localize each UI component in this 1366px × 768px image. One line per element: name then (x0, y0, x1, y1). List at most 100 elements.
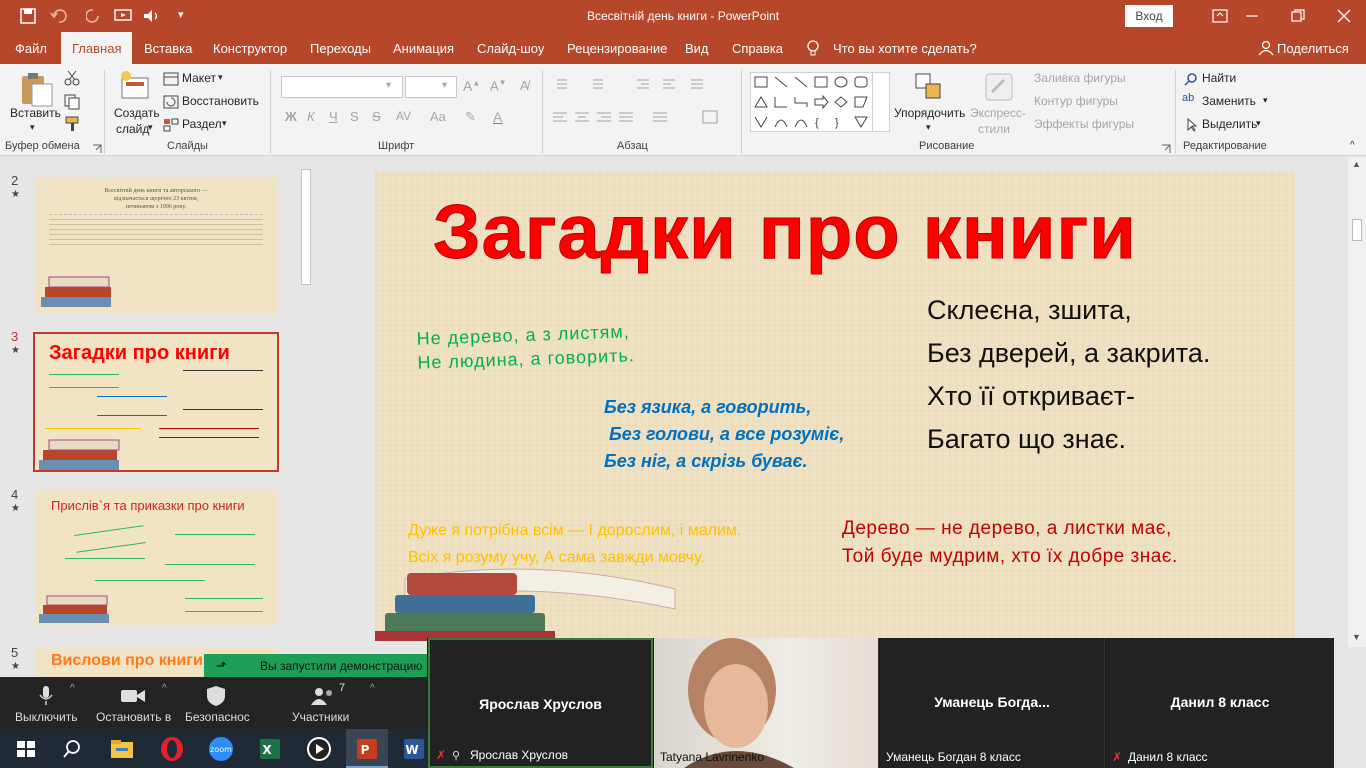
video-camera-icon[interactable] (120, 687, 146, 705)
search-icon[interactable] (58, 735, 86, 763)
tab-home[interactable]: Главная (61, 32, 133, 64)
copy-icon[interactable] (64, 94, 80, 110)
section-dropdown-icon[interactable]: ▾ (222, 118, 227, 129)
windows-start-icon[interactable] (12, 735, 40, 763)
slide-vertical-scrollbar[interactable]: ▲ ▼ (1348, 157, 1366, 647)
riddle-green[interactable]: Не дерево, а з листям, Не людина, а гово… (416, 319, 635, 375)
participants-button[interactable]: Участники (292, 710, 349, 724)
microphone-icon[interactable] (38, 685, 54, 707)
scroll-down-icon[interactable]: ▼ (1352, 632, 1361, 642)
participant-tile-3[interactable]: Уманець Богда... Уманець Богдан 8 класс (880, 638, 1105, 768)
participant-tile-2[interactable]: Tatyana Lavrinenko (654, 638, 879, 768)
participant-tile-4[interactable]: Данил 8 класс ✗ Данил 8 класс (1106, 638, 1334, 768)
replace-dropdown-icon[interactable]: ▾ (1263, 95, 1268, 106)
riddle-blue[interactable]: Без язика, а говорить, Без голови, а все… (604, 394, 844, 475)
arrange-icon[interactable] (914, 72, 944, 102)
ribbon-display-options-icon[interactable] (1212, 8, 1228, 24)
tab-insert[interactable]: Вставка (144, 32, 192, 64)
quick-styles-label-1[interactable]: Экспресс- (970, 106, 1026, 120)
restore-icon[interactable] (1290, 8, 1306, 24)
paragraph-list-icons[interactable] (553, 76, 723, 92)
arrange-button[interactable]: Упорядочить (894, 106, 965, 120)
find-button[interactable]: Найти (1202, 71, 1236, 85)
quick-styles-icon[interactable] (984, 72, 1014, 102)
paste-button[interactable]: Вставить (10, 106, 61, 120)
shape-fill-button[interactable]: Заливка фигуры (1034, 71, 1126, 85)
mute-button[interactable]: Выключить (15, 710, 77, 724)
new-slide-dropdown-icon[interactable]: ▾ (148, 122, 153, 133)
scroll-up-icon[interactable]: ▲ (1352, 159, 1361, 169)
tab-slideshow[interactable]: Слайд-шоу (477, 32, 544, 64)
slide-thumbnails-pane[interactable]: 2 ★ Всесвітній день книги та авторського… (0, 157, 316, 677)
font-name-select[interactable] (281, 76, 403, 98)
clear-formatting-icon[interactable]: A̸ (520, 78, 529, 93)
thumbnails-scroll-thumb[interactable] (301, 169, 311, 285)
underline-button[interactable]: Ч (329, 109, 338, 124)
slide-scroll-thumb[interactable] (1352, 219, 1362, 241)
close-icon[interactable] (1336, 8, 1352, 24)
share-button[interactable]: Поделиться (1277, 32, 1349, 64)
opera-browser-icon[interactable] (158, 735, 186, 763)
stop-video-button[interactable]: Остановить в (96, 710, 171, 724)
minimize-icon[interactable] (1244, 8, 1260, 24)
reset-button[interactable]: Восстановить (182, 94, 259, 108)
paste-icon[interactable] (18, 72, 54, 108)
font-size-dropdown-icon[interactable]: ▾ (442, 80, 447, 91)
tab-animations[interactable]: Анимация (393, 32, 454, 64)
video-options-icon[interactable]: ^ (162, 683, 167, 694)
riddle-black[interactable]: Склеєна, зшита, Без дверей, а закрита. Х… (927, 289, 1210, 461)
italic-button[interactable]: К (307, 109, 315, 124)
alignment-icons[interactable] (553, 110, 733, 126)
thumbnails-scrollbar[interactable] (298, 157, 314, 677)
quick-styles-label-2[interactable]: стили (978, 122, 1010, 136)
shape-outline-button[interactable]: Контур фигуры (1034, 94, 1118, 108)
new-slide-label-1[interactable]: Создать (114, 106, 160, 120)
shapes-gallery[interactable]: {} (750, 72, 890, 132)
font-color-icon[interactable]: A (493, 109, 502, 125)
select-dropdown-icon[interactable]: ▾ (1256, 118, 1261, 129)
participant-tile-1[interactable]: Ярослав Хруслов ✗ ⚲ Ярослав Хруслов (428, 638, 653, 768)
media-player-icon[interactable] (305, 735, 333, 763)
shapes-gallery-icons[interactable]: {} (751, 73, 889, 131)
slide-thumbnail-2[interactable]: Всесвітній день книги та авторського — в… (35, 177, 277, 313)
bold-button[interactable]: Ж (285, 109, 297, 124)
slide-thumbnail-4[interactable]: Прислів`я та приказки про книги (35, 490, 277, 626)
collapse-ribbon-icon[interactable]: ^ (1350, 140, 1355, 151)
powerpoint-icon[interactable]: P (353, 735, 381, 763)
decrease-font-icon[interactable]: A▼ (490, 78, 507, 93)
tab-review[interactable]: Рецензирование (567, 32, 667, 64)
word-icon[interactable]: W (400, 735, 428, 763)
paste-dropdown-icon[interactable]: ▾ (30, 122, 35, 133)
slide-title[interactable]: Загадки про книги (433, 189, 1137, 276)
shape-effects-button[interactable]: Эффекты фигуры (1034, 117, 1134, 131)
participants-icon[interactable] (310, 687, 336, 705)
highlight-icon[interactable]: ✎ (465, 109, 476, 125)
section-button[interactable]: Раздел (182, 117, 222, 131)
tab-design[interactable]: Конструктор (213, 32, 287, 64)
shadow-button[interactable]: S (350, 109, 359, 124)
file-explorer-icon[interactable] (108, 735, 136, 763)
font-name-dropdown-icon[interactable]: ▾ (386, 80, 391, 91)
arrange-dropdown-icon[interactable]: ▾ (926, 122, 931, 133)
sign-in-button[interactable]: Вход (1125, 5, 1173, 27)
clipboard-launcher-icon[interactable] (92, 144, 102, 154)
increase-font-icon[interactable]: A▲ (463, 78, 480, 94)
tab-help[interactable]: Справка (732, 32, 783, 64)
layout-dropdown-icon[interactable]: ▾ (218, 72, 223, 83)
tell-me-search[interactable]: Что вы хотите сделать? (833, 32, 977, 64)
current-slide[interactable]: Загадки про книги Не дерево, а з листям,… (375, 171, 1295, 641)
tab-view[interactable]: Вид (685, 32, 709, 64)
replace-button[interactable]: Заменить (1202, 94, 1256, 108)
slide-thumbnail-3[interactable]: Загадки про книги (33, 332, 279, 472)
zoom-app-icon[interactable]: zoom (207, 735, 235, 763)
format-painter-icon[interactable] (64, 116, 80, 132)
cut-icon[interactable] (64, 70, 80, 86)
security-button[interactable]: Безопаснос (185, 710, 250, 724)
font-size-select[interactable] (405, 76, 457, 98)
shapes-gallery-scroll[interactable] (872, 72, 889, 132)
security-shield-icon[interactable] (206, 685, 226, 707)
new-slide-icon[interactable] (118, 70, 152, 104)
strikethrough-button[interactable]: S (372, 109, 381, 124)
riddle-red[interactable]: Дерево — не дерево, а листки має, Той бу… (842, 515, 1178, 571)
char-spacing-icon[interactable]: AV (396, 109, 411, 123)
